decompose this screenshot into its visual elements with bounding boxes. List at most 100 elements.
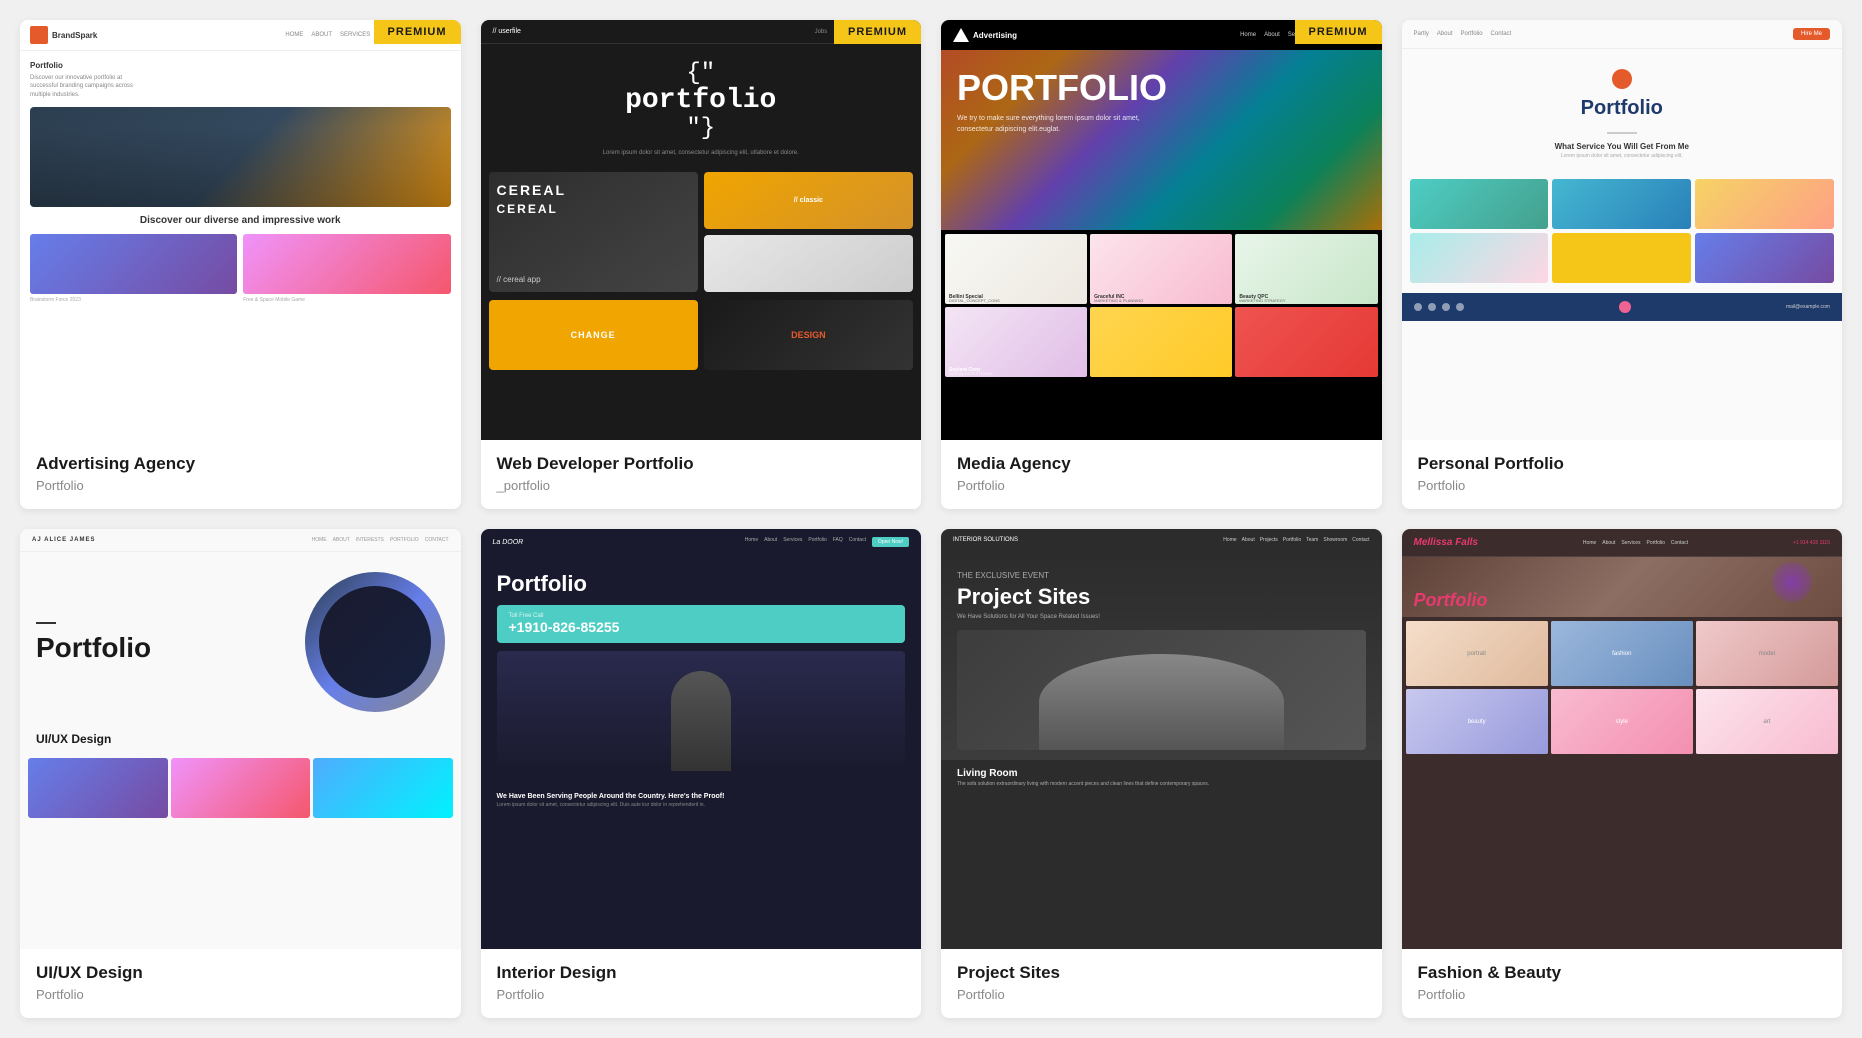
p4-social-2 [1428, 303, 1436, 311]
p3-cell-5 [1090, 307, 1232, 377]
card-advertising-agency[interactable]: PREMIUM BrandSpark HOME ABOUT SERVICES P… [20, 20, 461, 509]
p2-right-images: // classic [704, 172, 913, 292]
card-project-sites[interactable]: INTERIOR SOLUTIONS Home About Projects P… [941, 529, 1382, 1018]
p2-classic-image: // classic [704, 172, 913, 229]
p7-sublabel: THE EXCLUSIVE EVENT [957, 571, 1366, 580]
card-info-7: Project Sites Portfolio [941, 949, 1382, 1018]
p8-logo: Mellissa Falls [1414, 537, 1478, 548]
p8-services: Services [1621, 540, 1640, 546]
p8-cell-inner-1: portrait [1406, 621, 1548, 686]
card-info-2: Web Developer Portfolio _portfolio [481, 440, 922, 509]
p4-nav-about: About [1437, 31, 1453, 37]
p7-nav-links: Home About Projects Portfolio Team Showr… [1223, 537, 1369, 543]
p4-footer-bar: mail@example.com [1402, 293, 1843, 321]
p3-portfolio-title: PORTFOLIO [957, 70, 1366, 106]
p6-about: About [764, 537, 777, 547]
p1-thumbs-grid: Brainstorm Force 2023 Free & Space Mobil… [30, 234, 451, 303]
card-preview-4: Partly About Portfolio Contact Hire Me P… [1402, 20, 1843, 440]
p1-nav-home: HOME [285, 32, 303, 38]
card-preview-1: BrandSpark HOME ABOUT SERVICES PORTFOLIO… [20, 20, 461, 440]
p6-portfolio: Portfolio [808, 537, 826, 547]
p1-logo: BrandSpark [30, 26, 97, 44]
p8-phone: +1 914 415 1115 [1793, 540, 1830, 546]
card-preview-6: La DOOR Home About Services Portfolio FA… [481, 529, 922, 949]
p3-cell-sub-1: DIGITAL_CONCEPT_CONS [949, 298, 1000, 303]
card-title-8: Fashion & Beauty [1418, 963, 1827, 983]
card-interior-door[interactable]: La DOOR Home About Services Portfolio FA… [481, 529, 922, 1018]
p1-nav-services: SERVICES [340, 32, 370, 38]
p6-cta-box: Toll Free Call +1910-826-85255 [497, 605, 906, 643]
card-fashion-beauty[interactable]: Mellissa Falls Home About Services Portf… [1402, 529, 1843, 1018]
p1-portfolio-label: Portfolio [30, 61, 451, 70]
card-preview-3: Advertising Home About Services Portfoli… [941, 20, 1382, 440]
card-info-6: Interior Design Portfolio [481, 949, 922, 1018]
card-media-agency[interactable]: PREMIUM Advertising Home About Services … [941, 20, 1382, 509]
p5-home: HOME [312, 537, 327, 543]
p8-cell-inner-6: art [1696, 689, 1838, 754]
card-title-4: Personal Portfolio [1418, 454, 1827, 474]
p4-accent-dot [1619, 301, 1631, 313]
p3-logo-text: Advertising [973, 31, 1017, 40]
p5-uxdesign-label: UI/UX Design [20, 722, 461, 750]
p6-contact: Contact [849, 537, 866, 547]
p4-divider [1607, 132, 1637, 134]
p3-logo-group: Advertising [953, 28, 1017, 42]
p2-brace-close: "} [491, 115, 912, 142]
p6-service-text: We Have Been Serving People Around the C… [481, 787, 922, 802]
p5-about: ABOUT [333, 537, 350, 543]
card-subtitle-6: Portfolio [497, 987, 906, 1002]
p6-navbar: La DOOR Home About Services Portfolio FA… [481, 529, 922, 555]
card-info-1: Advertising Agency Portfolio [20, 440, 461, 509]
p3-hero-desc: We try to make sure everything lorem ips… [957, 114, 1157, 135]
p4-cell-6 [1695, 233, 1834, 283]
p8-cell-1: portrait [1406, 621, 1548, 686]
p5-hero: Portfolio [20, 552, 461, 722]
p1-thumb-1 [30, 234, 237, 294]
p7-about: About [1242, 537, 1255, 543]
card-subtitle-5: Portfolio [36, 987, 445, 1002]
p4-social-4 [1456, 303, 1464, 311]
p1-thumb-right: Free & Space Mobile Game [243, 234, 450, 303]
p5-line [36, 622, 56, 624]
p5-hero-circle [305, 572, 445, 712]
p4-cell-2 [1552, 179, 1691, 229]
p7-projects: Projects [1260, 537, 1278, 543]
card-title-3: Media Agency [957, 454, 1366, 474]
p8-cell-3: model [1696, 621, 1838, 686]
p3-cell-6 [1235, 307, 1377, 377]
p5-logo-text: AJ ALICE JAMES [32, 537, 95, 543]
card-personal-portfolio[interactable]: Partly About Portfolio Contact Hire Me P… [1402, 20, 1843, 509]
p1-people-photo [30, 127, 451, 207]
p6-open-btn[interactable]: Open Now! [872, 537, 909, 547]
p4-cta-btn[interactable]: Hire Me [1793, 28, 1830, 40]
p6-logo-text: La DOOR [493, 539, 524, 546]
card-info-4: Personal Portfolio Portfolio [1402, 440, 1843, 509]
p3-nav-home: Home [1240, 32, 1256, 38]
p6-home: Home [745, 537, 758, 547]
p3-cell-sub-2: MARKETING & PLANNING [1094, 298, 1143, 303]
p5-navbar: AJ ALICE JAMES HOME ABOUT INTERESTS PORT… [20, 529, 461, 552]
p3-cell-sub-3: MARKETING STRATEGY [1239, 298, 1285, 303]
p4-nav-links: Partly About Portfolio Contact [1414, 31, 1512, 37]
card-subtitle-7: Portfolio [957, 987, 1366, 1002]
card-subtitle-2: _portfolio [497, 478, 906, 493]
card-preview-2: // userfile Jobs About portfolio Contact… [481, 20, 922, 440]
template-grid: PREMIUM BrandSpark HOME ABOUT SERVICES P… [20, 20, 1842, 1018]
p4-service-desc: Lorem ipsum dolor sit amet, consectetur … [1418, 153, 1827, 159]
p6-portfolio-title: Portfolio [497, 571, 906, 597]
p6-nav-links: Home About Services Portfolio FAQ Contac… [745, 537, 909, 547]
p2-hero-text: {" portfolio "} Lorem ipsum dolor sit am… [481, 44, 922, 164]
p7-living-desc: The sofa solution extraordinary living w… [941, 781, 1382, 794]
p1-thumb-label-2: Free & Space Mobile Game [243, 297, 450, 303]
p5-interests: INTERESTS [356, 537, 384, 543]
p8-cell-inner-2: fashion [1551, 621, 1693, 686]
card-web-developer[interactable]: PREMIUM // userfile Jobs About portfolio… [481, 20, 922, 509]
p3-cell-2: Graceful INC MARKETING & PLANNING [1090, 234, 1232, 304]
p5-portfolio-title: Portfolio [36, 634, 289, 662]
p5-strip-1 [28, 758, 168, 818]
card-ux-design[interactable]: AJ ALICE JAMES HOME ABOUT INTERESTS PORT… [20, 529, 461, 1018]
p1-discover-text: Discover our diverse and impressive work [30, 215, 451, 226]
premium-badge-2: PREMIUM [834, 20, 921, 44]
p1-main-image [30, 107, 451, 207]
p7-interior-image [957, 630, 1366, 750]
